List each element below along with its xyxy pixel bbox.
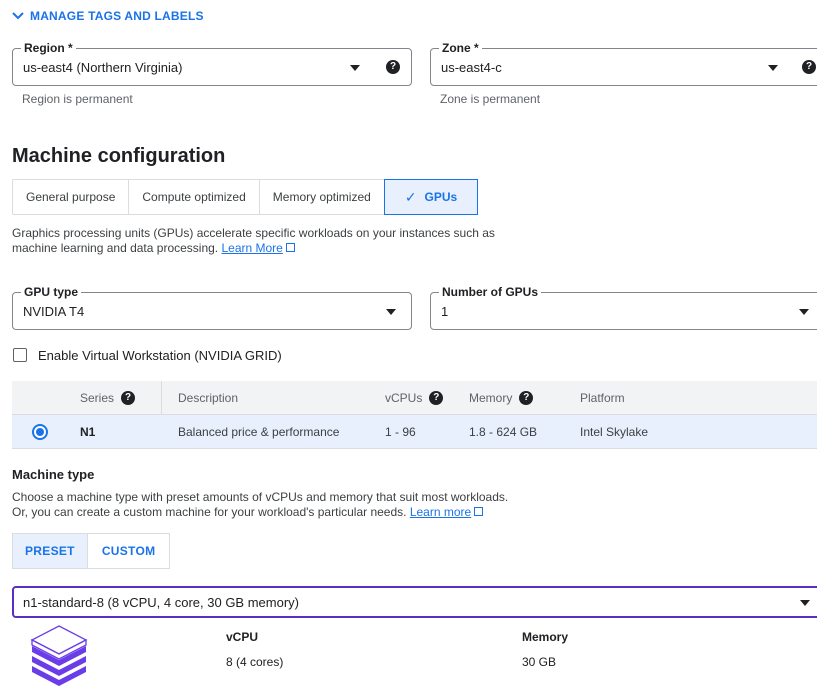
zone-value: us-east4-c bbox=[441, 60, 502, 75]
series-table: Series? Description vCPUs? Memory? Platf… bbox=[12, 381, 817, 449]
dropdown-caret-icon bbox=[799, 309, 809, 315]
check-icon: ✓ bbox=[404, 188, 417, 205]
table-header-vcpus: vCPUs? bbox=[369, 390, 469, 405]
help-icon[interactable]: ? bbox=[429, 390, 444, 405]
memory-label: Memory bbox=[522, 630, 569, 644]
section-title-machine-configuration: Machine configuration bbox=[12, 145, 226, 167]
table-header-label: vCPUs bbox=[385, 390, 423, 405]
dropdown-caret-icon bbox=[386, 309, 396, 315]
gpu-description-line-2: machine learning and data processing. Le… bbox=[12, 241, 572, 256]
custom-button[interactable]: CUSTOM bbox=[86, 533, 171, 569]
dropdown-caret-icon bbox=[800, 600, 810, 606]
machine-type-select[interactable]: n1-standard-8 (8 vCPU, 4 core, 30 GB mem… bbox=[12, 586, 817, 618]
zone-select[interactable]: Zone * us-east4-c ? bbox=[430, 41, 817, 86]
tab-compute-optimized[interactable]: Compute optimized bbox=[128, 179, 260, 215]
tab-label: General purpose bbox=[26, 190, 116, 204]
chevron-down-icon bbox=[12, 12, 24, 20]
table-cell-description: Balanced price & performance bbox=[178, 424, 340, 439]
dropdown-caret-icon bbox=[350, 65, 360, 71]
table-cell-select bbox=[12, 423, 67, 440]
gpu-description-line: Graphics processing units (GPUs) acceler… bbox=[12, 226, 495, 240]
machine-family-tabs: General purpose Compute optimized Memory… bbox=[12, 179, 479, 215]
zone-label: Zone * bbox=[439, 41, 482, 55]
dropdown-caret-icon bbox=[768, 65, 778, 71]
table-header-label: Series bbox=[80, 390, 115, 405]
gpu-count-label: Number of GPUs bbox=[439, 285, 542, 299]
memory-value: 30 GB bbox=[522, 655, 557, 669]
tab-memory-optimized[interactable]: Memory optimized bbox=[258, 179, 385, 215]
tab-gpus[interactable]: ✓ GPUs bbox=[383, 179, 479, 215]
manage-tags-link[interactable]: MANAGE TAGS AND LABELS bbox=[12, 9, 204, 23]
external-link-icon bbox=[285, 243, 295, 252]
table-header-label: Memory bbox=[469, 390, 513, 405]
table-header-description: Description bbox=[178, 390, 239, 405]
table-cell-vcpus: 1 - 96 bbox=[385, 424, 416, 439]
virtual-workstation-checkbox[interactable] bbox=[13, 348, 27, 362]
gpu-description: Graphics processing units (GPUs) acceler… bbox=[12, 226, 572, 256]
table-cell-series: N1 bbox=[80, 424, 96, 439]
machine-type-description-text: Or, you can create a custom machine for … bbox=[12, 505, 407, 519]
table-header: Series? Description vCPUs? Memory? Platf… bbox=[12, 381, 817, 415]
machine-type-description: Choose a machine type with preset amount… bbox=[12, 490, 712, 520]
zone-hint: Zone is permanent bbox=[440, 92, 541, 106]
gpu-type-select[interactable]: GPU type NVIDIA T4 bbox=[12, 285, 412, 330]
table-header-platform: Platform bbox=[580, 390, 625, 405]
table-cell-platform: Intel Skylake bbox=[580, 424, 649, 439]
manage-tags-label: MANAGE TAGS AND LABELS bbox=[30, 9, 204, 23]
region-hint: Region is permanent bbox=[22, 92, 133, 106]
virtual-workstation-label: Enable Virtual Workstation (NVIDIA GRID) bbox=[38, 348, 282, 363]
machine-type-description-line-2: Or, you can create a custom machine for … bbox=[12, 505, 712, 520]
radio-dot bbox=[35, 427, 44, 436]
external-link-icon bbox=[474, 507, 484, 516]
preset-custom-toggle: PRESET CUSTOM bbox=[12, 533, 171, 569]
region-label: Region * bbox=[21, 41, 76, 55]
tab-label: Memory optimized bbox=[272, 190, 371, 204]
machine-type-value: n1-standard-8 (8 vCPU, 4 core, 30 GB mem… bbox=[23, 595, 299, 610]
help-icon[interactable]: ? bbox=[802, 60, 816, 74]
table-header-series: Series? bbox=[67, 381, 162, 414]
help-icon[interactable]: ? bbox=[121, 390, 136, 405]
tab-label: GPUs bbox=[424, 190, 458, 204]
gpu-count-value: 1 bbox=[441, 304, 449, 319]
region-select[interactable]: Region * us-east4 (Northern Virginia) ? bbox=[12, 41, 412, 86]
help-icon[interactable]: ? bbox=[386, 60, 400, 74]
gpu-type-value: NVIDIA T4 bbox=[23, 304, 85, 319]
table-row[interactable]: N1 Balanced price & performance 1 - 96 1… bbox=[12, 415, 817, 449]
tab-label: Compute optimized bbox=[142, 190, 246, 204]
machine-type-description-line: Choose a machine type with preset amount… bbox=[12, 490, 509, 504]
learn-more-link[interactable]: Learn More bbox=[221, 241, 282, 255]
section-title-machine-type: Machine type bbox=[12, 467, 95, 482]
gpu-type-label: GPU type bbox=[21, 285, 82, 299]
vcpu-label: vCPU bbox=[226, 630, 259, 644]
tab-general-purpose[interactable]: General purpose bbox=[12, 179, 130, 215]
preset-button[interactable]: PRESET bbox=[12, 533, 88, 569]
series-radio[interactable] bbox=[31, 423, 48, 440]
gpu-count-select[interactable]: Number of GPUs 1 bbox=[430, 285, 817, 330]
region-value: us-east4 (Northern Virginia) bbox=[23, 60, 183, 75]
gpu-description-text: machine learning and data processing. bbox=[12, 241, 219, 255]
machine-stack-icon bbox=[30, 625, 88, 686]
learn-more-link[interactable]: Learn more bbox=[410, 505, 471, 519]
table-header-memory: Memory? bbox=[469, 390, 580, 405]
vcpu-value: 8 (4 cores) bbox=[226, 655, 284, 669]
help-icon[interactable]: ? bbox=[519, 390, 534, 405]
table-cell-memory: 1.8 - 624 GB bbox=[469, 424, 538, 439]
